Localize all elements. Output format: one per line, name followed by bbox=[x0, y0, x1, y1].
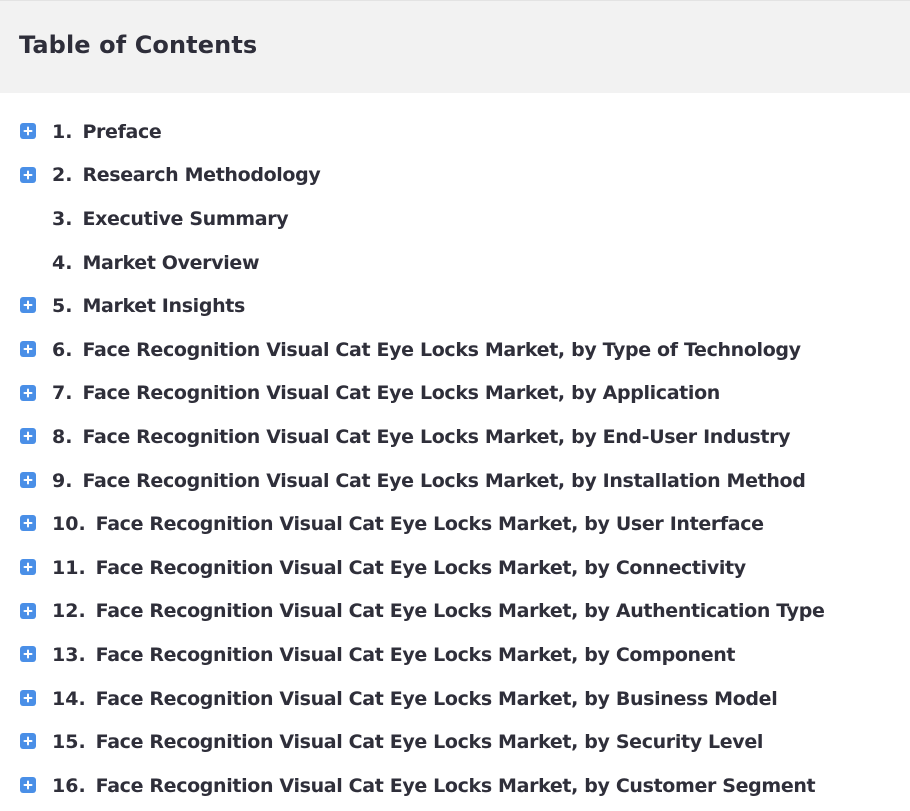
toc-item-number: 8. bbox=[52, 425, 73, 448]
toc-item-number: 11. bbox=[52, 556, 86, 579]
toc-item[interactable]: 4. Market Overview bbox=[0, 241, 910, 285]
toc-item-label[interactable]: Market Insights bbox=[82, 295, 245, 317]
toc-item-number: 1. bbox=[52, 120, 73, 143]
toc-item-number: 7. bbox=[52, 382, 73, 405]
toc-item-label[interactable]: Face Recognition Visual Cat Eye Locks Ma… bbox=[82, 339, 801, 361]
toc-item-label[interactable]: Face Recognition Visual Cat Eye Locks Ma… bbox=[96, 600, 825, 622]
toc-item[interactable]: 7. Face Recognition Visual Cat Eye Locks… bbox=[0, 372, 910, 416]
toc-item[interactable]: 16. Face Recognition Visual Cat Eye Lock… bbox=[0, 764, 910, 808]
expand-plus-icon[interactable] bbox=[20, 733, 36, 750]
toc-item-label[interactable]: Face Recognition Visual Cat Eye Locks Ma… bbox=[96, 513, 764, 535]
expand-plus-icon[interactable] bbox=[20, 602, 36, 619]
expand-plus-icon[interactable] bbox=[20, 558, 36, 575]
expand-plus-icon[interactable] bbox=[20, 297, 36, 314]
toc-item[interactable]: 11. Face Recognition Visual Cat Eye Lock… bbox=[0, 546, 910, 590]
toc-item[interactable]: 14. Face Recognition Visual Cat Eye Lock… bbox=[0, 677, 910, 721]
expand-plus-icon[interactable] bbox=[20, 776, 36, 793]
toc-item-label[interactable]: Face Recognition Visual Cat Eye Locks Ma… bbox=[82, 382, 720, 404]
toc-item-number: 12. bbox=[52, 600, 86, 623]
toc-item-label[interactable]: Face Recognition Visual Cat Eye Locks Ma… bbox=[96, 775, 816, 797]
toc-item[interactable]: 2. Research Methodology bbox=[0, 154, 910, 198]
expand-plus-icon[interactable] bbox=[20, 471, 36, 488]
toc-item[interactable]: 3. Executive Summary bbox=[0, 197, 910, 241]
toc-item-label[interactable]: Face Recognition Visual Cat Eye Locks Ma… bbox=[82, 426, 790, 448]
toc-item-number: 9. bbox=[52, 469, 73, 492]
expand-plus-icon[interactable] bbox=[20, 166, 36, 183]
toc-item-number: 4. bbox=[52, 251, 73, 274]
toc-list: 1. Preface 2. Research Methodology 3. Ex… bbox=[0, 110, 910, 808]
toc-item-label[interactable]: Preface bbox=[82, 121, 161, 143]
toc-item-number: 10. bbox=[52, 513, 86, 536]
toc-item-number: 14. bbox=[52, 687, 86, 710]
toc-item[interactable]: 5. Market Insights bbox=[0, 284, 910, 328]
expand-plus-icon[interactable] bbox=[20, 428, 36, 445]
toc-item[interactable]: 13. Face Recognition Visual Cat Eye Lock… bbox=[0, 633, 910, 677]
toc-item-label[interactable]: Face Recognition Visual Cat Eye Locks Ma… bbox=[96, 644, 736, 666]
toc-item[interactable]: 9. Face Recognition Visual Cat Eye Locks… bbox=[0, 459, 910, 503]
page-title: Table of Contents bbox=[19, 31, 258, 59]
toc-item[interactable]: 12. Face Recognition Visual Cat Eye Lock… bbox=[0, 590, 910, 634]
toc-item-number: 3. bbox=[52, 207, 73, 230]
expand-plus-icon[interactable] bbox=[20, 515, 36, 532]
toc-item-label[interactable]: Market Overview bbox=[82, 252, 259, 274]
toc-item[interactable]: 1. Preface bbox=[0, 110, 910, 154]
toc-item-number: 2. bbox=[52, 164, 73, 187]
expand-plus-icon[interactable] bbox=[20, 689, 36, 706]
toc-item-number: 15. bbox=[52, 731, 86, 754]
expand-plus-icon[interactable] bbox=[20, 340, 36, 357]
toc-item-label[interactable]: Research Methodology bbox=[82, 164, 320, 186]
toc-header: Table of Contents bbox=[0, 0, 910, 93]
toc-item-label[interactable]: Face Recognition Visual Cat Eye Locks Ma… bbox=[96, 557, 746, 579]
toc-item-number: 16. bbox=[52, 774, 86, 797]
toc-item[interactable]: 6. Face Recognition Visual Cat Eye Locks… bbox=[0, 328, 910, 372]
toc-item-label[interactable]: Face Recognition Visual Cat Eye Locks Ma… bbox=[82, 470, 805, 492]
toc-item[interactable]: 10. Face Recognition Visual Cat Eye Lock… bbox=[0, 502, 910, 546]
toc-item-number: 6. bbox=[52, 338, 73, 361]
toc-item-number: 5. bbox=[52, 295, 73, 318]
toc-item-label[interactable]: Face Recognition Visual Cat Eye Locks Ma… bbox=[96, 731, 764, 753]
expand-plus-icon[interactable] bbox=[20, 123, 36, 139]
toc-item-label[interactable]: Executive Summary bbox=[82, 208, 288, 230]
toc-item-label[interactable]: Face Recognition Visual Cat Eye Locks Ma… bbox=[96, 688, 778, 710]
toc-item-number: 13. bbox=[52, 643, 86, 666]
expand-plus-icon[interactable] bbox=[20, 646, 36, 663]
toc-item[interactable]: 15. Face Recognition Visual Cat Eye Lock… bbox=[0, 720, 910, 764]
toc-item[interactable]: 8. Face Recognition Visual Cat Eye Locks… bbox=[0, 415, 910, 459]
expand-plus-icon[interactable] bbox=[20, 384, 36, 401]
